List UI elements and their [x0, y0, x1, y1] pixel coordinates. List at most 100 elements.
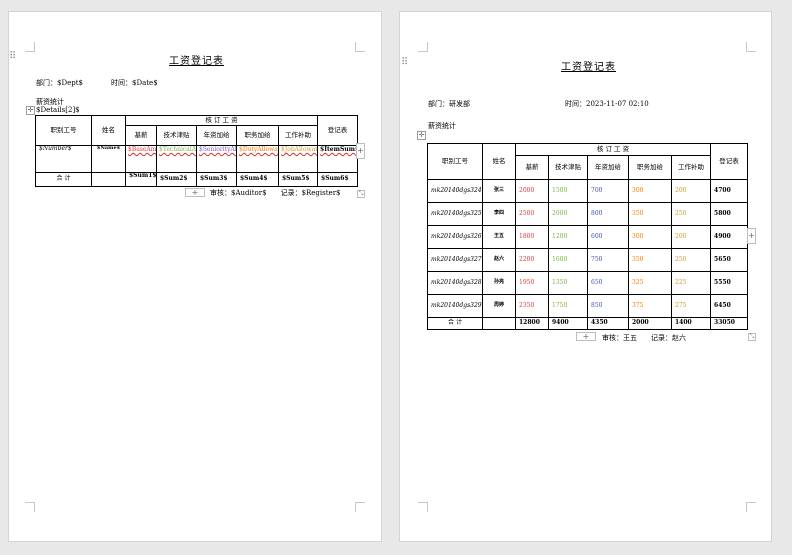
cell-base[interactable]: 2350 — [515, 294, 549, 318]
header-duty: 职务加给 — [236, 125, 279, 146]
sum-5[interactable]: 1400 — [670, 317, 712, 330]
cell-number[interactable]: $Number$ — [35, 145, 92, 173]
cell-name[interactable]: 李四 — [482, 202, 516, 226]
table-row: mk20140dgs326 王五 1800 1200 600 300 200 4900 — [427, 225, 749, 249]
cell-name[interactable]: 孙亮 — [482, 271, 516, 295]
table-row: mk20140dgs327 赵六 2200 1600 750 350 250 5650 — [427, 248, 749, 272]
cell-duty[interactable]: 300 — [628, 179, 672, 203]
cell-seniority[interactable]: 600 — [587, 225, 629, 249]
cell-total[interactable]: 5550 — [710, 271, 749, 295]
header-group: 核 订 工 资 — [124, 115, 319, 126]
sum-1[interactable]: 12800 — [515, 317, 549, 330]
dept-label: 部门：研发部 — [428, 100, 470, 108]
header-seniority: 年资加给 — [196, 125, 237, 146]
sum-4[interactable]: 2000 — [628, 317, 672, 330]
cell-number[interactable]: mk20140dgs327 — [427, 248, 483, 272]
page-title: 工资登记表 — [169, 56, 224, 67]
cell-name[interactable]: 周婷 — [482, 294, 516, 318]
sum-label: 合 计 — [35, 172, 92, 187]
table-row: mk20140dgs328 孙亮 1950 1350 650 325 225 5550 — [427, 271, 749, 295]
cell-tech[interactable]: 1500 — [548, 179, 588, 203]
cell-job[interactable]: 200 — [670, 179, 712, 203]
drag-handle-icon[interactable]: ⠿ — [401, 58, 408, 68]
cell-total[interactable]: 4700 — [710, 179, 749, 203]
cell-number[interactable]: mk20140dgs326 — [427, 225, 483, 249]
sum-3[interactable]: $Sum3$ — [196, 172, 237, 187]
cell-base[interactable]: 2200 — [515, 248, 549, 272]
cell-base[interactable]: 1950 — [515, 271, 549, 295]
add-row-icon[interactable]: + — [576, 332, 596, 341]
resize-handle-icon[interactable]: ⤡ — [748, 333, 756, 341]
cell-duty[interactable]: 375 — [628, 294, 672, 318]
cell-duty[interactable]: 350 — [628, 202, 672, 226]
sum-2[interactable]: 9400 — [548, 317, 588, 330]
sum-5[interactable]: $Sum5$ — [277, 172, 319, 187]
cell-base[interactable]: 2000 — [515, 179, 549, 203]
cell-name[interactable]: 赵六 — [482, 248, 516, 272]
add-column-icon[interactable]: + — [747, 228, 756, 244]
sum-6[interactable]: 33050 — [710, 317, 749, 330]
header-tech: 技术津贴 — [156, 125, 197, 146]
table-move-icon[interactable]: ✛ — [417, 131, 426, 140]
cell-duty[interactable]: 300 — [628, 225, 672, 249]
cell-duty[interactable]: 325 — [628, 271, 672, 295]
cell-name[interactable]: 王五 — [482, 225, 516, 249]
resize-handle-icon[interactable]: ⤡ — [357, 190, 365, 198]
header-base: 基薪 — [125, 125, 157, 146]
cell-tech[interactable]: $TechnicalAllowance$ — [156, 145, 197, 173]
sum-4[interactable]: $Sum4$ — [236, 172, 279, 187]
cell-job[interactable]: $JobAllowance$ — [277, 145, 319, 173]
drag-handle-icon[interactable]: ⠿ — [9, 52, 16, 62]
cell-tech[interactable]: 1750 — [548, 294, 588, 318]
cell-job[interactable]: 250 — [670, 202, 712, 226]
add-column-icon[interactable]: + — [356, 143, 365, 159]
cell-tech[interactable]: 1600 — [548, 248, 588, 272]
cell-name[interactable]: 张三 — [482, 179, 516, 203]
cell-base[interactable]: $BaseAmount$ — [125, 145, 157, 173]
table-row: mk20140dgs325 李四 2500 2000 800 350 250 5800 — [427, 202, 749, 226]
margin-corner-top-right — [746, 42, 756, 52]
cell-number[interactable]: mk20140dgs328 — [427, 271, 483, 295]
cell-base[interactable]: 2500 — [515, 202, 549, 226]
cell-job[interactable]: 200 — [670, 225, 712, 249]
cell-total[interactable]: 6450 — [710, 294, 749, 318]
cell-job[interactable]: 275 — [670, 294, 712, 318]
margin-corner-bottom-left — [418, 502, 428, 512]
cell-tech[interactable]: 1350 — [548, 271, 588, 295]
cell-seniority[interactable]: $SeniorityAllowance$ — [196, 145, 237, 173]
cell-job[interactable]: 250 — [670, 248, 712, 272]
cell-tech[interactable]: 1200 — [548, 225, 588, 249]
cell-duty[interactable]: 350 — [628, 248, 672, 272]
sum-1[interactable]: $Sum1$ — [125, 172, 157, 187]
cell-total[interactable]: 5800 — [710, 202, 749, 226]
cell-job[interactable]: 225 — [670, 271, 712, 295]
cell-seniority[interactable]: 800 — [587, 202, 629, 226]
table-move-icon[interactable]: ✛ — [26, 106, 35, 115]
cell-total[interactable]: 4900 — [710, 225, 749, 249]
cell-number[interactable]: mk20140dgs324 — [427, 179, 483, 203]
add-row-icon[interactable]: + — [185, 188, 205, 197]
sum-3[interactable]: 4350 — [587, 317, 629, 330]
cell-name[interactable]: $Name$ — [91, 145, 126, 173]
sum-empty — [482, 317, 516, 330]
cell-seniority[interactable]: 850 — [587, 294, 629, 318]
cell-seniority[interactable]: 650 — [587, 271, 629, 295]
cell-base[interactable]: 1800 — [515, 225, 549, 249]
header-duty: 职务加给 — [628, 155, 672, 180]
sum-2[interactable]: $Sum2$ — [156, 172, 197, 187]
cell-seniority[interactable]: 750 — [587, 248, 629, 272]
cell-tech[interactable]: 2000 — [548, 202, 588, 226]
sum-6[interactable]: $Sum6$ — [317, 172, 359, 187]
cell-seniority[interactable]: 700 — [587, 179, 629, 203]
header-id: 职别工号 — [427, 143, 483, 180]
details-tag: $Details[2]$ — [36, 106, 80, 114]
cell-duty[interactable]: $DutyAllowance$ — [236, 145, 279, 173]
cell-total[interactable]: 5650 — [710, 248, 749, 272]
page-title: 工资登记表 — [561, 62, 616, 73]
cell-number[interactable]: mk20140dgs325 — [427, 202, 483, 226]
cell-number[interactable]: mk20140dgs329 — [427, 294, 483, 318]
header-job: 工作补助 — [670, 155, 712, 180]
margin-corner-bottom-right — [355, 502, 365, 512]
cell-itemsum[interactable]: $ItemSum$ — [317, 145, 359, 173]
signature-line: 审核：王五 记录：赵六 — [602, 334, 686, 342]
